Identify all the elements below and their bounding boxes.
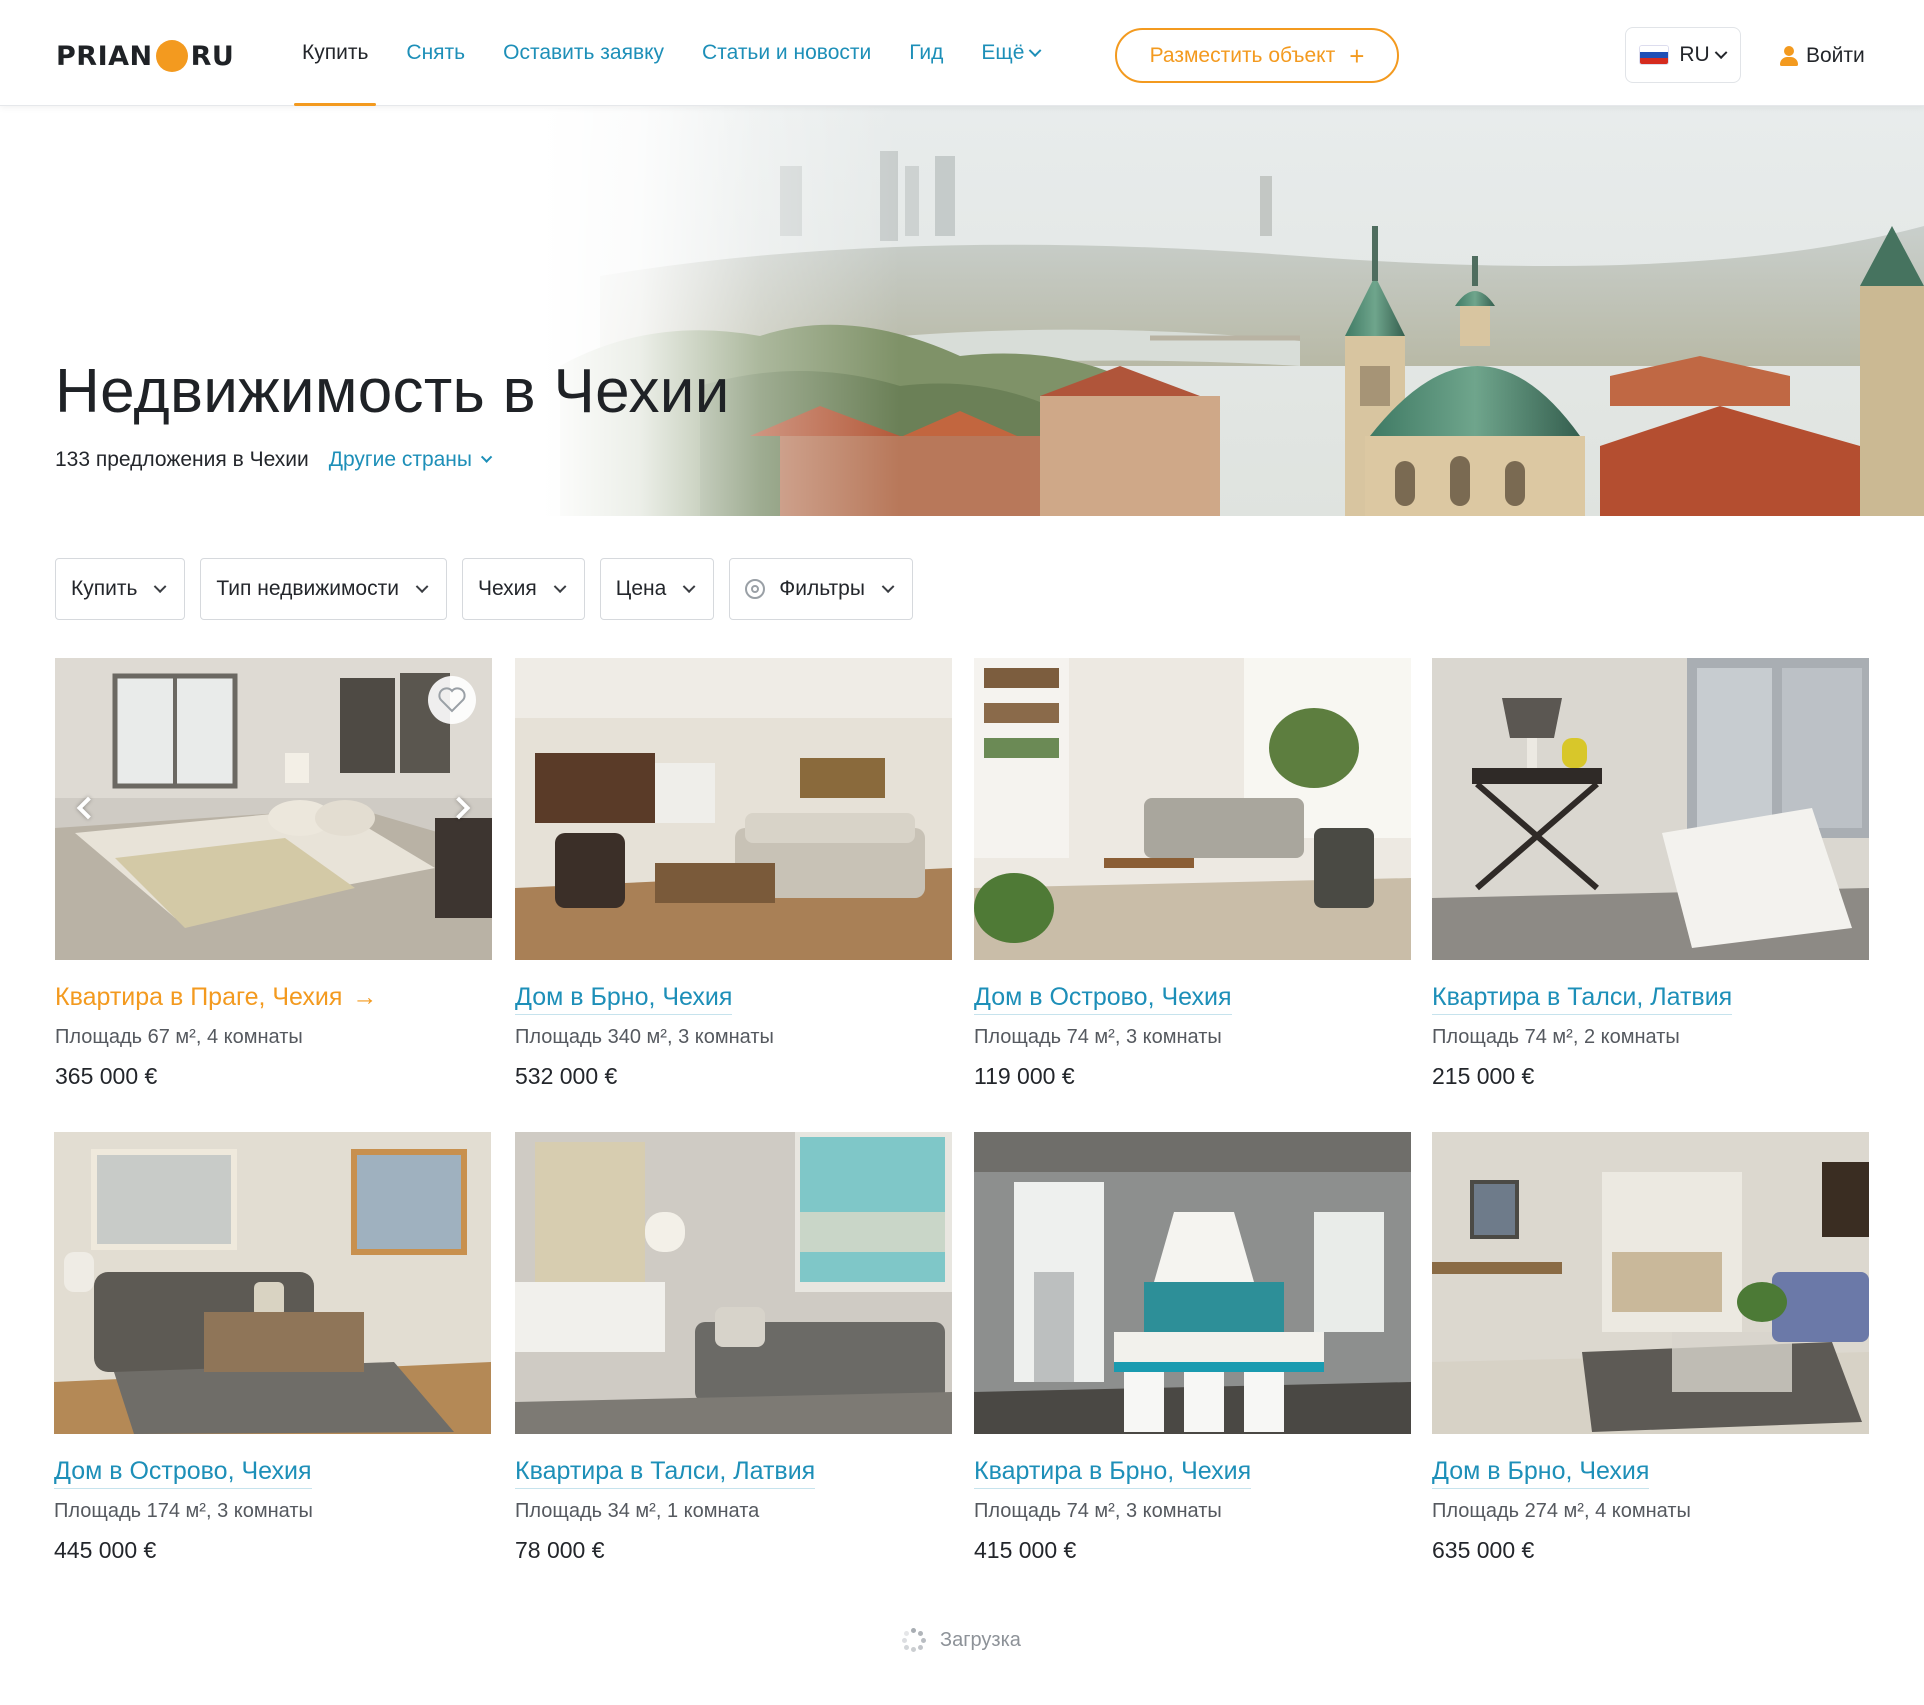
other-countries-dropdown[interactable]: Другие страны [329,448,493,472]
spinner-icon [902,1628,926,1652]
bedroom-photo [55,658,492,960]
listing-details: Площадь 74 м², 3 комнаты [974,1500,1222,1522]
living-room-photo [974,658,1411,960]
listing-details: Площадь 340 м², 3 комнаты [515,1026,774,1048]
living-room-photo [515,658,952,960]
listing-title[interactable]: Дом в Острово, Чехия [54,1457,312,1489]
listing-photo[interactable] [1432,1132,1869,1434]
listing-price: 532 000 € [515,1063,618,1089]
listing-card[interactable]: Дом в Брно, Чехия Площадь 340 м², 3 комн… [515,658,952,1090]
listing-card[interactable]: Дом в Брно, Чехия Площадь 274 м², 4 комн… [1432,1132,1869,1564]
logo-text-left: PRIAN [56,40,153,72]
chevron-down-icon [881,579,895,593]
listing-title[interactable]: Квартира в Брно, Чехия [974,1457,1252,1489]
user-icon [1780,46,1798,66]
chevron-down-icon [683,579,696,593]
listing-details: Площадь 67 м², 4 комнаты [55,1026,303,1048]
loading-label: Загрузка [940,1628,1021,1651]
kitchen-photo [974,1132,1411,1434]
post-listing-button[interactable]: Разместить объект + [1115,28,1399,83]
living-room-photo [1432,1132,1869,1434]
chevron-down-icon [1714,45,1728,59]
listing-photo[interactable] [54,1132,491,1434]
living-room-photo [54,1132,491,1434]
listing-title[interactable]: Квартира в Талси, Латвия [1432,983,1733,1015]
chevron-left-icon [76,796,100,820]
main-nav: Купить Снять Оставить заявку Статьи и но… [293,0,1079,106]
chevron-down-icon [480,451,493,463]
offers-count: 133 предложения в Чехии [55,448,309,471]
plus-icon: + [1349,40,1365,71]
listing-photo[interactable] [515,658,952,960]
listing-price: 445 000 € [54,1537,157,1563]
listing-price: 635 000 € [1432,1537,1535,1563]
listing-card[interactable]: Дом в Острово, Чехия Площадь 74 м², 3 ко… [974,658,1411,1090]
listing-card[interactable]: Квартира в Праге, Чехия → Площадь 67 м², … [55,658,492,1090]
nav-item-more[interactable]: Ещё [981,0,1042,106]
page-title: Недвижимость в Чехии [55,357,730,426]
logo[interactable]: PRIAN RU [56,36,234,76]
site-header: PRIAN RU Купить Снять Оставить заявку Ст… [0,0,1924,106]
filter-property-type[interactable]: Тип недвижимости [200,558,447,620]
chevron-down-icon [154,579,167,593]
listing-photo[interactable] [515,1132,952,1434]
listing-card[interactable]: Квартира в Талси, Латвия Площадь 74 м², … [1432,658,1869,1090]
listing-card[interactable]: Квартира в Брно, Чехия Площадь 74 м², 3 … [974,1132,1411,1564]
listing-photo[interactable] [974,658,1411,960]
filter-price[interactable]: Цена [599,558,715,620]
listing-title[interactable]: Дом в Брно, Чехия [515,983,733,1015]
chevron-down-icon [553,579,567,593]
heart-icon [438,687,466,713]
listing-photo[interactable] [1432,658,1869,960]
arrow-right-icon: → [352,983,378,1011]
filter-deal-type[interactable]: Купить [55,558,186,620]
listing-price: 78 000 € [515,1537,605,1563]
listing-photo[interactable] [55,658,492,960]
logo-dot-icon [155,40,188,72]
listing-title[interactable]: Квартира в Праге, Чехия → [55,983,377,1015]
listing-card[interactable]: Квартира в Талси, Латвия Площадь 34 м², … [515,1132,952,1564]
nav-item-rent[interactable]: Снять [406,0,465,106]
listing-title[interactable]: Дом в Брно, Чехия [1432,1457,1650,1489]
listing-details: Площадь 34 м², 1 комната [515,1500,760,1522]
login-link[interactable]: Войти [1780,38,1865,74]
favorite-button[interactable] [428,676,476,724]
hero-banner: Недвижимость в Чехии 133 предложения в Ч… [0,106,1924,516]
nav-item-request[interactable]: Оставить заявку [503,0,664,106]
living-room-photo [515,1132,952,1434]
listing-photo[interactable] [974,1132,1411,1434]
gear-icon [745,579,766,599]
nav-item-buy[interactable]: Купить [293,0,377,106]
loading-indicator: Загрузка [902,1625,1021,1655]
chevron-right-icon [447,796,471,820]
filter-more[interactable]: Фильтры [729,558,913,620]
russia-flag-icon [1639,45,1670,65]
listing-card[interactable]: Дом в Острово, Чехия Площадь 174 м², 3 к… [54,1132,491,1564]
listing-price: 365 000 € [55,1063,158,1089]
listing-details: Площадь 174 м², 3 комнаты [54,1500,313,1522]
listing-price: 215 000 € [1432,1063,1535,1089]
listing-title[interactable]: Квартира в Талси, Латвия [515,1457,816,1489]
language-selector[interactable]: RU [1625,27,1741,83]
listing-details: Площадь 74 м², 2 комнаты [1432,1026,1680,1048]
chevron-down-icon [1029,43,1042,57]
chevron-down-icon [415,579,429,593]
listing-details: Площадь 74 м², 3 комнаты [974,1026,1222,1048]
filter-bar: Купить Тип недвижимости Чехия Цена Фильт… [55,558,928,620]
nav-item-guide[interactable]: Гид [909,0,943,106]
filter-country[interactable]: Чехия [461,558,585,620]
next-photo-button[interactable] [447,788,478,828]
listing-details: Площадь 274 м², 4 комнаты [1432,1500,1691,1522]
language-label: RU [1679,43,1710,66]
listing-price: 119 000 € [974,1063,1075,1089]
listing-title[interactable]: Дом в Острово, Чехия [974,983,1232,1015]
living-room-photo [1432,658,1869,960]
prev-photo-button[interactable] [69,788,100,828]
listing-price: 415 000 € [974,1537,1077,1563]
nav-item-articles[interactable]: Статьи и новости [702,0,871,106]
logo-text-right: RU [190,40,235,72]
hero-subtitle: 133 предложения в Чехии Другие страны [55,448,493,472]
